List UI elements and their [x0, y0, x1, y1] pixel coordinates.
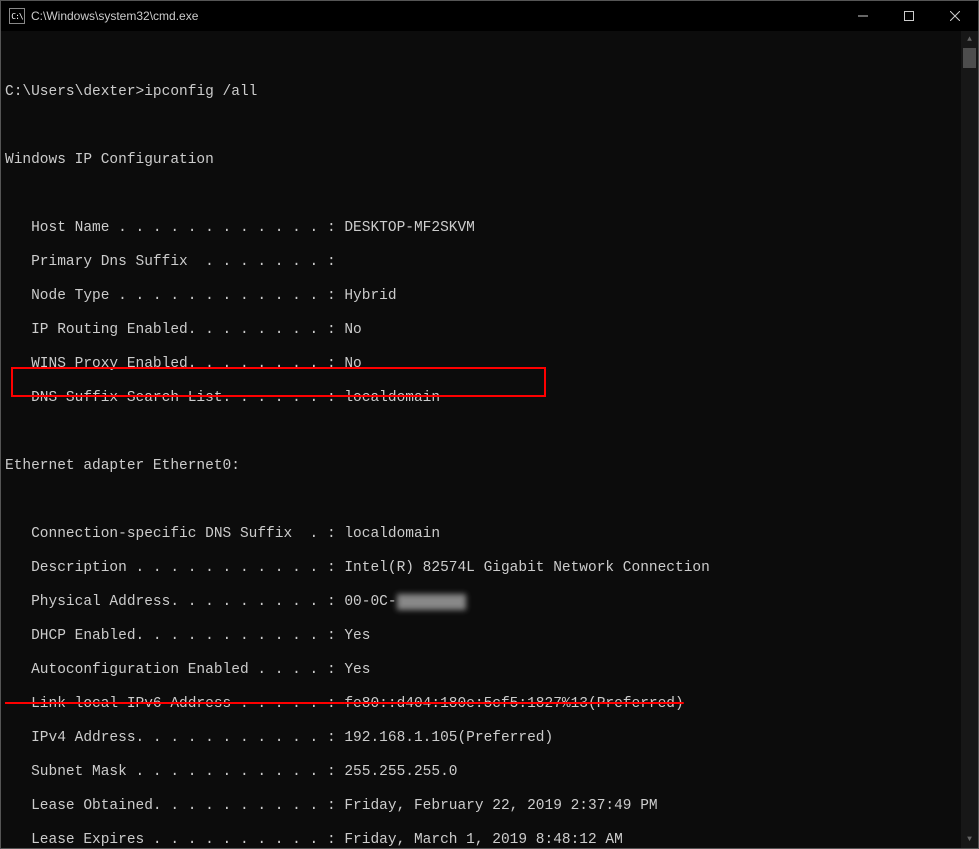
field-value: No: [344, 322, 361, 338]
field-value: localdomain: [344, 526, 440, 542]
field-label: IP Routing Enabled. . . . . . . . :: [5, 322, 344, 338]
field-label: Description . . . . . . . . . . . :: [5, 560, 344, 576]
section-header: Ethernet adapter Ethernet0:: [5, 458, 961, 475]
field-label: Lease Obtained. . . . . . . . . . :: [5, 798, 344, 814]
vertical-scrollbar[interactable]: ▲ ▼: [961, 31, 978, 848]
field-label: Connection-specific DNS Suffix . :: [5, 526, 344, 542]
terminal-area: C:\Users\dexter>ipconfig /all Windows IP…: [1, 31, 978, 848]
minimize-button[interactable]: [840, 1, 886, 31]
field-value: Hybrid: [344, 288, 396, 304]
field-label: Lease Expires . . . . . . . . . . :: [5, 832, 344, 848]
field-value: Friday, March 1, 2019 8:48:12 AM: [344, 832, 622, 848]
field-value: Intel(R) 82574L Gigabit Network Connecti…: [344, 560, 709, 576]
terminal-output[interactable]: C:\Users\dexter>ipconfig /all Windows IP…: [1, 31, 961, 848]
field-label: Link-local IPv6 Address . . . . . :: [5, 696, 344, 712]
field-value: 00-0C-: [344, 594, 396, 610]
ipv4-value: 192.168.1.105(Preferred): [344, 730, 553, 746]
window-title: C:\Windows\system32\cmd.exe: [31, 9, 840, 23]
command-prompt-window: C:\ C:\Windows\system32\cmd.exe C:\Users…: [0, 0, 979, 849]
field-value: localdomain: [344, 390, 440, 406]
field-label: Node Type . . . . . . . . . . . . :: [5, 288, 344, 304]
close-button[interactable]: [932, 1, 978, 31]
field-value: 255.255.255.0: [344, 764, 457, 780]
field-label: DNS Suffix Search List. . . . . . :: [5, 390, 344, 406]
field-label: WINS Proxy Enabled. . . . . . . . :: [5, 356, 344, 372]
field-label: Physical Address. . . . . . . . . :: [5, 594, 344, 610]
redacted-value: ██-██-██: [397, 594, 467, 610]
scroll-thumb[interactable]: [963, 48, 976, 68]
maximize-button[interactable]: [886, 1, 932, 31]
scroll-down-arrow-icon[interactable]: ▼: [961, 831, 978, 848]
section-header: Windows IP Configuration: [5, 152, 961, 169]
field-label: Subnet Mask . . . . . . . . . . . :: [5, 764, 344, 780]
field-value: Yes: [344, 662, 370, 678]
title-bar[interactable]: C:\ C:\Windows\system32\cmd.exe: [1, 1, 978, 31]
cmd-icon: C:\: [9, 8, 25, 24]
field-label: Primary Dns Suffix . . . . . . . :: [5, 254, 336, 270]
command-text: ipconfig /all: [144, 84, 257, 100]
window-controls: [840, 1, 978, 31]
field-label: Autoconfiguration Enabled . . . . :: [5, 662, 344, 678]
scroll-up-arrow-icon[interactable]: ▲: [961, 31, 978, 48]
prompt-path: C:\Users\dexter>: [5, 84, 144, 100]
field-value: Friday, February 22, 2019 2:37:49 PM: [344, 798, 657, 814]
field-value: DESKTOP-MF2SKVM: [344, 220, 475, 236]
field-value: No: [344, 356, 361, 372]
field-value: Yes: [344, 628, 370, 644]
field-label: Host Name . . . . . . . . . . . . :: [5, 220, 344, 236]
field-value: fe80::d404:180e:5cf5:1827%13(Preferred): [344, 696, 683, 712]
ipv4-label: IPv4 Address. . . . . . . . . . . :: [5, 730, 344, 746]
field-label: DHCP Enabled. . . . . . . . . . . :: [5, 628, 344, 644]
